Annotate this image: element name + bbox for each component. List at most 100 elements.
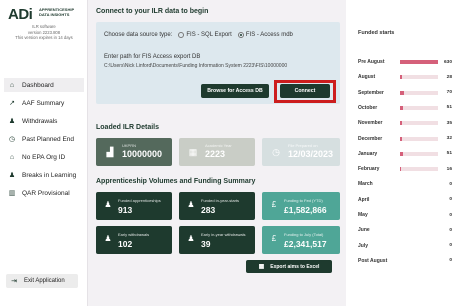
funding-total-label: Funding to July (Total) [284,232,324,237]
radio-label: FIS - Access mdb [245,32,293,38]
money-icon: £ [271,200,277,209]
value-label: 0 [449,181,452,187]
home-icon: ⌂ [9,81,15,89]
value-label: 0 [449,197,452,203]
funded-in-year-starts-value: 283 [201,205,216,215]
main-content: Connect to your ILR data to begin Choose… [88,0,346,306]
early-withdrawals-card: ♟ Early withdrawals 102 [96,226,172,254]
value-label: 28 [446,74,452,80]
value-label: 35 [446,120,452,126]
highlight-box [274,80,336,103]
funded-starts-row: May 0 [358,210,454,220]
funding-ytd-label: Funding to Fed (YTD) [284,198,323,203]
month-label: September [358,89,384,96]
sidebar-item-dashboard[interactable]: ⌂ Dashboard [4,78,84,92]
funded-starts-row: December 32 [358,134,454,144]
sidebar-item-withdrawals[interactable]: ♟ Withdrawals [4,114,84,128]
month-label: Post August [358,257,388,264]
bar-fill [400,60,438,64]
bar-track [400,151,438,156]
academic-year-card: ▦ Academic Year 2223 [179,138,255,166]
value-label: 16 [446,166,452,172]
funded-starts-row: April 0 [358,195,454,205]
sidebar-item-qar-provisional[interactable]: ▥ QAR Provisional [4,186,84,200]
source-type-label: Choose data source type: [104,32,173,38]
funded-apprenticeships-value: 913 [118,205,133,215]
file-prepared-card: ◷ File Prepared on 12/03/2023 [262,138,340,166]
early-in-year-withdrawals-value: 39 [201,239,211,249]
home-alert-icon: ⌂ [9,153,15,161]
funded-starts-row: June 0 [358,225,454,235]
value-label: 51 [446,151,452,157]
funded-starts-row: Pre August 630 [358,57,454,67]
export-label: Export aims to Excel [270,263,320,270]
bar-track [400,136,438,141]
funding-total-value: £2,341,517 [284,239,327,249]
building-icon: ▟ [106,147,114,157]
file-prepared-value: 12/03/2023 [288,149,334,159]
early-in-year-withdrawals-label: Early in-year withdrawals [201,232,246,237]
month-label: October [358,104,378,111]
month-label: January [358,150,378,157]
radio-fis-access[interactable]: FIS - Access mdb [237,32,293,38]
value-label: 0 [449,212,452,218]
funded-starts-panel: Funded starts Pre August 630 August 28 Septe… [346,0,454,306]
month-label: December [358,135,383,142]
funded-starts-row: February 16 [358,164,454,174]
value-label: 0 [449,243,452,249]
bar-fill [400,136,402,141]
bar-track [400,105,438,110]
user-pause-icon: ♟ [8,172,16,179]
trend-icon: ↗ [9,100,15,107]
funded-in-year-starts-card: ♟ Funded in-year-starts 283 [179,192,255,220]
funded-starts-title: Funded starts [358,30,395,36]
browse-button[interactable]: Browse for Access DB [201,84,269,98]
early-withdrawals-label: Early withdrawals [118,232,150,237]
exit-icon: ⇥ [11,278,17,285]
sidebar-item-past-planned-end[interactable]: ◷ Past Planned End [4,132,84,146]
sidebar-item-label: Dashboard [22,81,54,89]
value-label: 32 [446,136,452,141]
funded-starts-row: March 0 [358,179,454,189]
funded-starts-row: January 51 [358,149,454,159]
bar-fill [400,167,401,172]
funded-starts-row: November 35 [358,118,454,128]
connect-title: Connect to your ILR data to begin [96,8,209,15]
bar-track [400,75,438,80]
user-plus-icon: ♟ [187,200,195,209]
clock-icon: ◷ [8,136,16,143]
academic-year-label: Academic Year [205,143,232,148]
month-label: June [358,227,370,234]
value-label: 51 [446,105,452,111]
sidebar-item-label: QAR Provisional [22,189,70,197]
sidebar-item-aaf-summary[interactable]: ↗ AAF Summary [4,96,84,110]
funded-starts-row: August 28 [358,72,454,82]
expiry-line: This version expires in 14 days [15,35,73,40]
funded-starts-row: Post August 0 [358,256,454,266]
file-prepared-label: File Prepared on [288,143,318,148]
funded-starts-row: October 51 [358,103,454,113]
ukprn-value: 10000000 [122,149,163,159]
export-aims-button[interactable]: ▦ Export aims to Excel [246,260,332,273]
connect-panel: Choose data source type: FIS - SQL Expor… [96,22,340,104]
sidebar: ADi APPRENTICESHIP DATA INSIGHTS ILR sof… [0,0,88,306]
value-label: 0 [449,258,452,264]
exit-application-button[interactable]: ⇥ Exit Application [6,274,78,288]
month-label: March [358,181,373,188]
path-input[interactable]: C:\Users\Nick Linford\Documents\Funding … [104,63,304,69]
sidebar-item-label: AAF Summary [22,99,65,107]
radio-fis-sql[interactable]: FIS - SQL Export [178,32,232,38]
logo-subtitle-line-2: DATA INSIGHTS [39,11,70,17]
sidebar-item-breaks-in-learning[interactable]: ♟ Breaks in Learning [4,168,84,182]
value-label: 0 [449,227,452,233]
calendar-icon: ▦ [188,147,198,157]
radio-dot [178,32,185,38]
month-label: August [358,74,376,81]
sidebar-item-no-epa-org-id[interactable]: ⌂ No EPA Org ID [4,150,84,164]
ukprn-label: UKPRN [122,143,137,148]
logo-text: ADi [8,6,33,23]
month-label: February [358,166,380,173]
sidebar-item-label: Breaks in Learning [22,171,77,179]
sidebar-item-label: Withdrawals [22,117,58,125]
user-minus-icon: ♟ [187,234,195,243]
